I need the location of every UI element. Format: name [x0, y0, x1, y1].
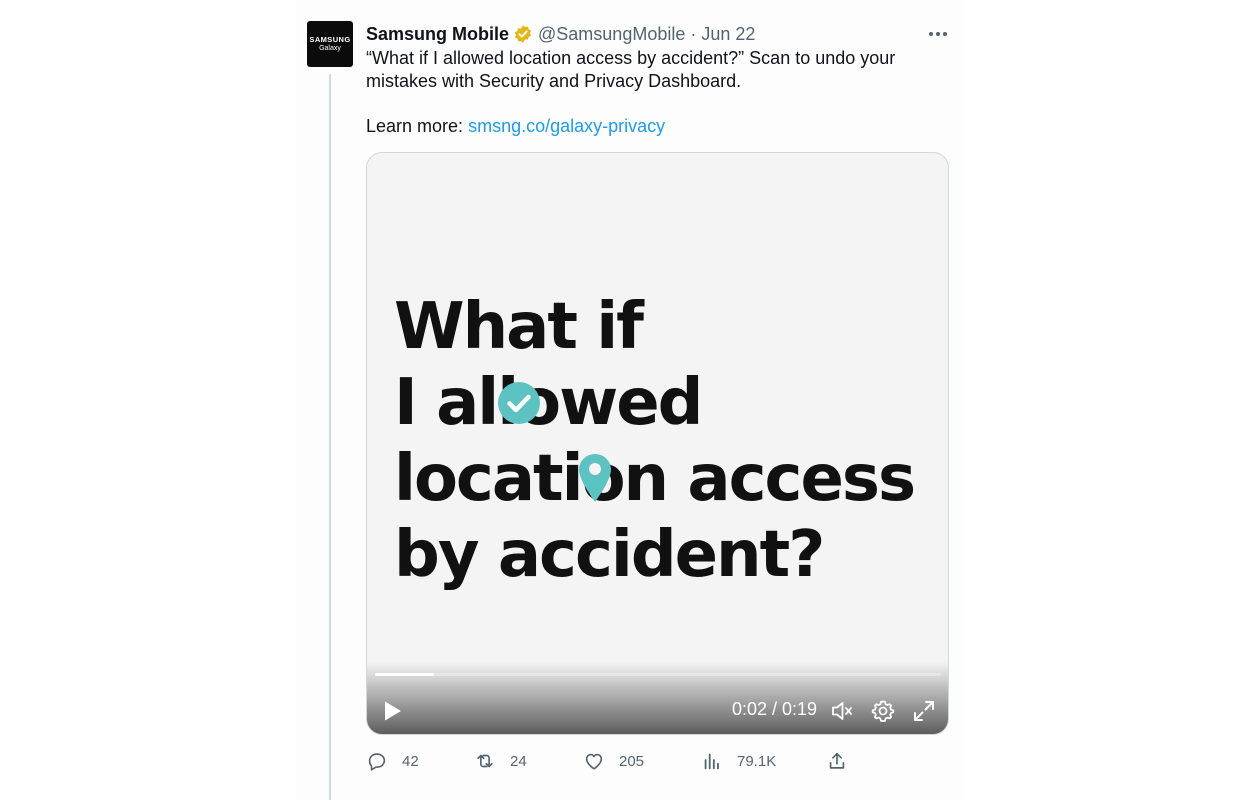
progress-fill: [375, 673, 435, 676]
thread-line: [329, 74, 331, 800]
verified-badge-icon[interactable]: [513, 24, 533, 44]
check-icon: [498, 382, 540, 424]
display-name[interactable]: Samsung Mobile: [366, 24, 509, 45]
video-player[interactable]: What if I allowed location access by acc…: [366, 152, 949, 735]
views-button[interactable]: 79.1K: [701, 747, 776, 775]
progress-bar[interactable]: [375, 673, 941, 676]
reply-count: 42: [402, 752, 419, 770]
learn-more-line: Learn more: smsng.co/galaxy-privacy: [366, 115, 665, 138]
avatar[interactable]: SAMSUNG Galaxy: [307, 21, 353, 67]
tweet-actions: 42 24 205 79.1K: [366, 747, 866, 775]
separator-dot: ·: [690, 23, 697, 44]
avatar-brand-text: SAMSUNG: [309, 35, 351, 44]
retweet-count: 24: [510, 752, 527, 770]
view-count: 79.1K: [737, 752, 777, 770]
reply-icon: [368, 753, 386, 771]
play-icon[interactable]: [379, 698, 405, 724]
handle[interactable]: @SamsungMobile: [538, 24, 685, 45]
learn-more-label: Learn more:: [366, 116, 464, 136]
time-display: 0:02 / 0:19: [732, 699, 818, 719]
video-headline: What if I allowed location access by acc…: [394, 289, 916, 593]
location-pin-icon: [579, 454, 611, 502]
share-button[interactable]: [826, 747, 848, 775]
views-icon: [704, 753, 719, 770]
share-icon: [829, 752, 845, 769]
fullscreen-icon[interactable]: [911, 698, 937, 724]
headline-line-3: location access: [394, 442, 916, 516]
mute-icon[interactable]: [829, 698, 855, 724]
like-icon: [585, 753, 603, 770]
retweet-icon: [477, 754, 493, 768]
headline-line-4: by accident?: [394, 518, 825, 592]
tweet-text: “What if I allowed location access by ac…: [366, 48, 896, 91]
headline-line-2: I allowed: [394, 366, 703, 440]
settings-icon[interactable]: [870, 698, 896, 724]
reply-button[interactable]: 42: [366, 747, 419, 775]
privacy-link[interactable]: smsng.co/galaxy-privacy: [468, 116, 665, 136]
tweet-date[interactable]: Jun 22: [701, 24, 755, 45]
more-icon[interactable]: [922, 22, 954, 46]
headline-line-1: What if: [394, 290, 644, 364]
retweet-button[interactable]: 24: [474, 747, 527, 775]
tweet-header: Samsung Mobile @SamsungMobile · Jun 22: [366, 22, 755, 46]
like-button[interactable]: 205: [583, 747, 644, 775]
like-count: 205: [619, 752, 645, 770]
avatar-sub-text: Galaxy: [319, 45, 341, 52]
